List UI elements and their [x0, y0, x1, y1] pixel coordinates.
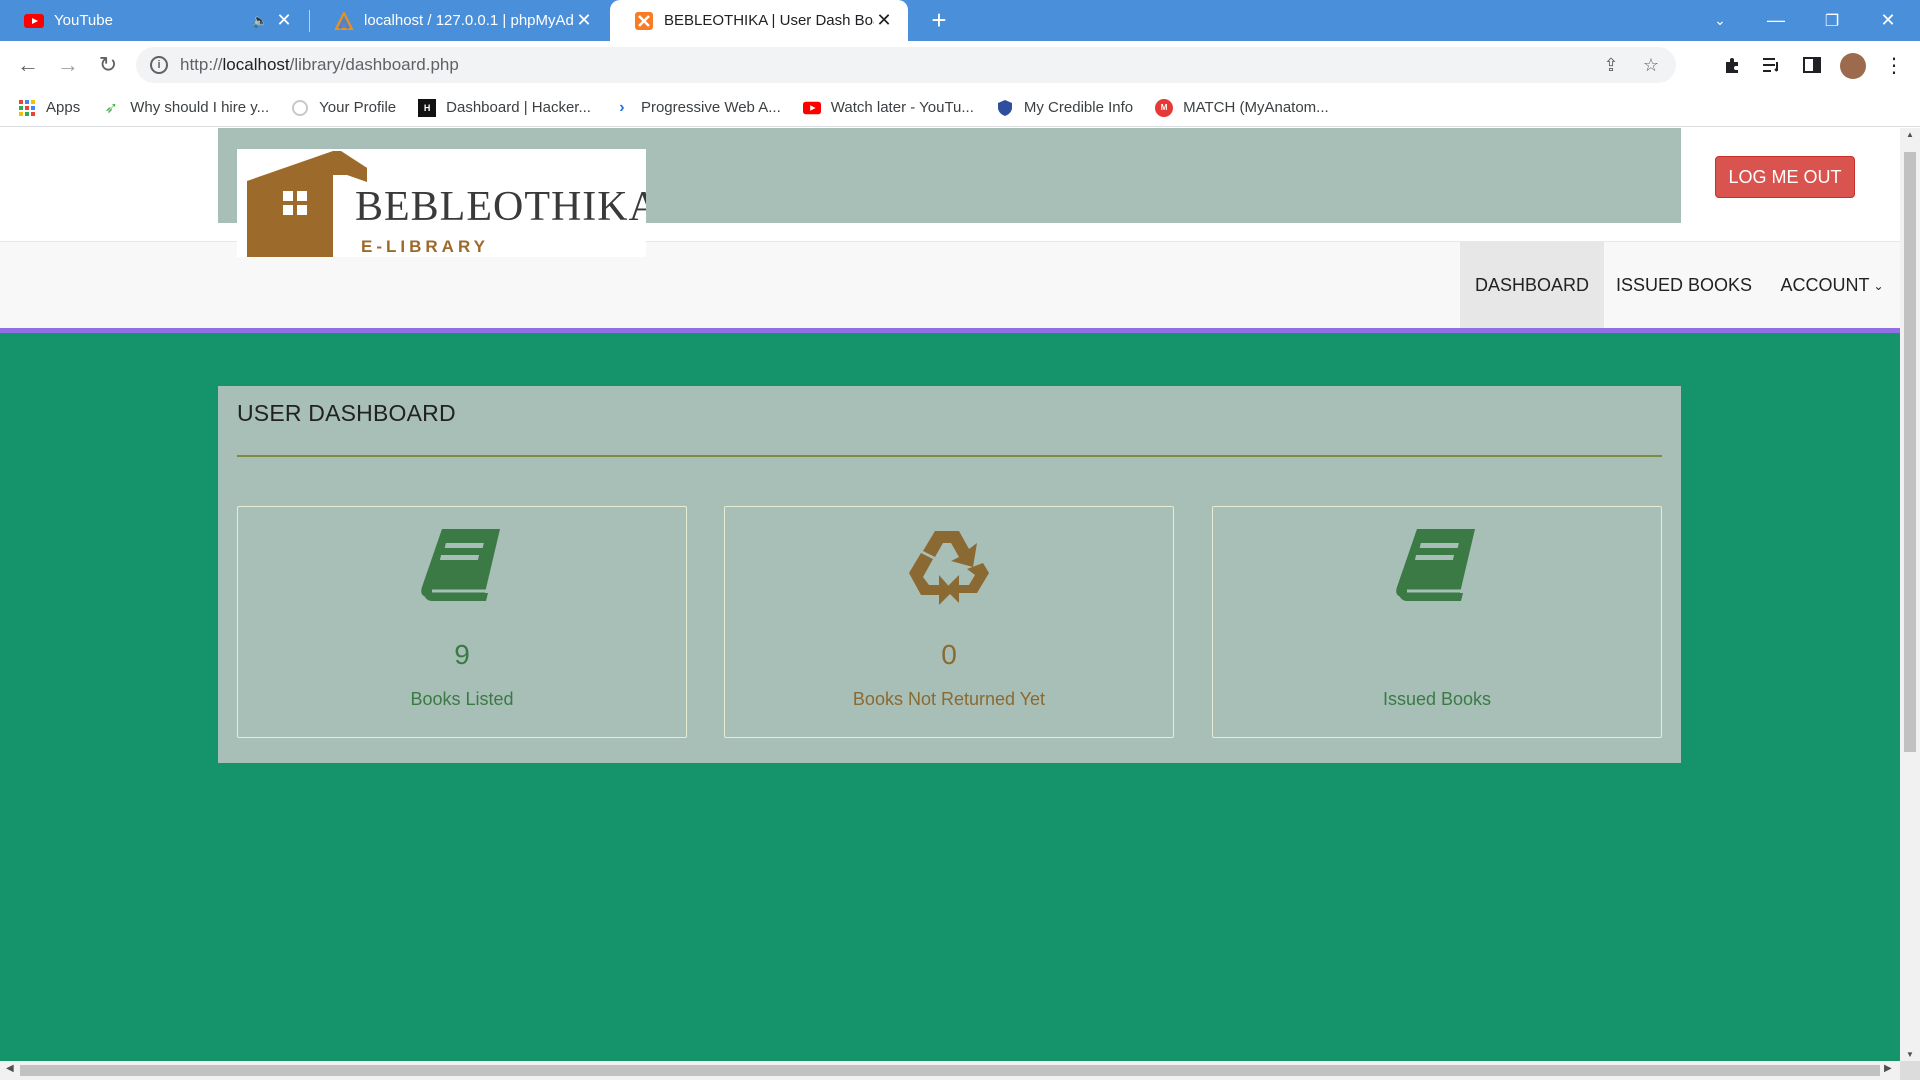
chevron-down-icon: ⌄	[1873, 278, 1884, 293]
scroll-left-arrow-icon[interactable]: ◀	[6, 1063, 14, 1074]
bookmark-label: MATCH (MyAnatom...	[1183, 99, 1329, 116]
bookmark-label: Why should I hire y...	[130, 99, 270, 116]
bookmark-label: My Credible Info	[1023, 99, 1134, 116]
nav-issued-books[interactable]: ISSUED BOOKS	[1604, 242, 1764, 329]
card-issued-books[interactable]: Issued Books	[1212, 506, 1662, 738]
bookmark-label: Dashboard | Hacker...	[446, 99, 591, 116]
new-tab-button[interactable]: +	[924, 6, 954, 36]
bookmark-star-icon[interactable]: ☆	[1636, 55, 1666, 76]
tab-search-icon[interactable]: ⌄	[1692, 0, 1748, 41]
forward-button[interactable]: →	[52, 49, 84, 81]
reload-button[interactable]: ↻	[92, 49, 124, 81]
back-button[interactable]: ←	[12, 49, 44, 81]
side-panel-icon[interactable]	[1796, 49, 1828, 81]
browser-tab-strip: YouTube 🔈 ✕ localhost / 127.0.0.1 | phpM…	[0, 0, 1920, 41]
logo-subtitle: E-LIBRARY	[361, 237, 489, 256]
minimize-button[interactable]: —	[1748, 0, 1804, 41]
menu-kebab-icon[interactable]: ⋮	[1878, 49, 1910, 81]
issued-books-label: Issued Books	[1382, 689, 1492, 709]
book-icon	[1213, 525, 1661, 609]
bookmark-label: Watch later - YouTu...	[830, 99, 974, 116]
page-viewport: LOG ME OUT BEBLEOTHIKA E-LIBRARY DASHBOA…	[0, 128, 1900, 1061]
speaker-icon[interactable]: 🔈	[252, 13, 268, 29]
horizontal-scrollbar[interactable]: ◀ ▶	[0, 1061, 1900, 1080]
scroll-right-arrow-icon[interactable]: ▶	[1884, 1063, 1892, 1074]
books-not-returned-label: Books Not Returned Yet	[852, 689, 1046, 709]
books-not-returned-count: 0	[941, 639, 957, 670]
page-title: USER DASHBOARD	[237, 400, 456, 426]
nav-accent-bar	[0, 328, 1900, 333]
hackerrank-icon: H	[418, 98, 437, 117]
nav-account-label: ACCOUNT	[1780, 275, 1870, 295]
bookmark-label: Progressive Web A...	[640, 99, 781, 116]
bookmark-label: Apps	[46, 99, 81, 116]
reading-list-icon[interactable]	[1756, 49, 1788, 81]
dashboard-panel: USER DASHBOARD 9 Books Listed 0 Books No…	[218, 386, 1681, 763]
pwa-icon: ›	[619, 98, 625, 116]
bookmark-label: Your Profile	[319, 99, 397, 116]
site-logo[interactable]: BEBLEOTHIKA E-LIBRARY	[237, 149, 646, 257]
bookmark-credible-info[interactable]: My Credible Info	[996, 99, 1133, 117]
close-icon[interactable]: ✕	[874, 10, 894, 31]
card-books-not-returned[interactable]: 0 Books Not Returned Yet	[724, 506, 1174, 738]
shield-icon	[996, 99, 1014, 117]
bird-icon: ➶	[104, 99, 118, 117]
site-info-icon[interactable]: i	[150, 56, 168, 74]
card-books-listed[interactable]: 9 Books Listed	[237, 506, 687, 738]
bookmark-match[interactable]: M MATCH (MyAnatom...	[1155, 98, 1329, 117]
tab-phpmyadmin[interactable]: localhost / 127.0.0.1 | phpMyAdmin ✕	[310, 0, 608, 41]
book-icon	[238, 525, 686, 609]
title-divider	[237, 455, 1662, 457]
scrollbar-thumb[interactable]	[1904, 152, 1916, 752]
tab-bebleothika[interactable]: BEBLEOTHIKA | User Dash Board ✕	[610, 0, 908, 41]
extensions-icon[interactable]	[1716, 49, 1748, 81]
scrollbar-corner	[1900, 1061, 1920, 1080]
scroll-down-arrow-icon[interactable]: ▼	[1904, 1050, 1916, 1059]
bookmarks-bar: Apps ➶ Why should I hire y... Your Profi…	[0, 89, 1920, 127]
books-listed-count: 9	[454, 639, 470, 670]
restore-button[interactable]: ❐	[1804, 0, 1860, 41]
logo-title: BEBLEOTHIKA	[355, 184, 646, 230]
bookmark-apps[interactable]: Apps	[18, 99, 80, 117]
apps-grid-icon	[18, 99, 36, 117]
scrollbar-thumb[interactable]	[20, 1065, 1880, 1076]
github-icon	[291, 99, 309, 117]
close-icon[interactable]: ✕	[574, 10, 594, 31]
recycle-icon	[725, 525, 1173, 609]
bookmark-hackerrank[interactable]: H Dashboard | Hacker...	[418, 98, 591, 117]
books-listed-label: Books Listed	[410, 689, 514, 709]
nav-account[interactable]: ACCOUNT ⌄	[1772, 242, 1892, 329]
youtube-icon	[24, 11, 44, 31]
bookmark-your-profile[interactable]: Your Profile	[291, 99, 396, 117]
close-window-button[interactable]: ✕	[1860, 0, 1916, 41]
match-icon: M	[1155, 98, 1174, 117]
xampp-icon	[634, 11, 654, 31]
scroll-up-arrow-icon[interactable]: ▲	[1904, 130, 1916, 139]
share-icon[interactable]: ⇪	[1596, 55, 1626, 76]
nav-dashboard[interactable]: DASHBOARD	[1460, 242, 1604, 329]
tab-title: YouTube	[54, 12, 113, 29]
tab-title: BEBLEOTHIKA | User Dash Board	[664, 12, 874, 29]
bookmark-watch-later[interactable]: Watch later - YouTu...	[802, 99, 974, 117]
profile-avatar[interactable]	[1840, 53, 1866, 79]
vertical-scrollbar[interactable]: ▲ ▼	[1900, 128, 1920, 1061]
youtube-icon	[802, 99, 821, 117]
url-text[interactable]: http://localhost/library/dashboard.php	[180, 55, 1596, 75]
close-icon[interactable]: ✕	[274, 10, 294, 31]
bookmark-pwa[interactable]: › Progressive Web A...	[613, 98, 781, 117]
browser-toolbar: ← → ↻ i http://localhost/library/dashboa…	[0, 41, 1920, 89]
logout-button[interactable]: LOG ME OUT	[1715, 156, 1855, 198]
address-bar[interactable]: i http://localhost/library/dashboard.php…	[136, 47, 1676, 83]
tab-title: localhost / 127.0.0.1 | phpMyAdmin	[364, 12, 574, 29]
bookmark-why-hire[interactable]: ➶ Why should I hire y...	[102, 99, 270, 117]
phpmyadmin-icon	[334, 11, 354, 31]
building-logo-icon	[247, 151, 367, 257]
tab-youtube[interactable]: YouTube 🔈 ✕	[0, 0, 308, 41]
